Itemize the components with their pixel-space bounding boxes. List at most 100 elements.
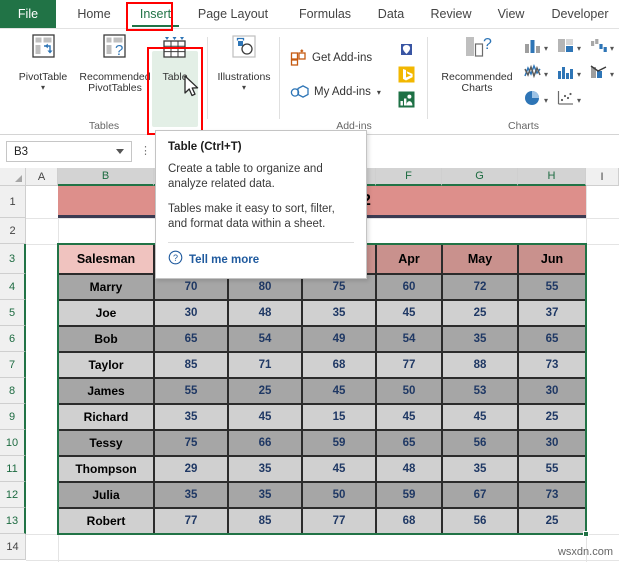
combo-chart-chevron-down-icon[interactable]: ▾: [610, 70, 614, 79]
table-cell-value[interactable]: 88: [442, 352, 518, 378]
column-header-b[interactable]: B: [58, 168, 154, 186]
table-cell-value[interactable]: 56: [442, 508, 518, 534]
row-header-4[interactable]: 4: [0, 274, 26, 300]
tab-data[interactable]: Data: [364, 0, 418, 28]
scatter-chart-button[interactable]: ▾: [556, 89, 581, 112]
table-cell-value[interactable]: 35: [302, 300, 376, 326]
row-header-12[interactable]: 12: [0, 482, 26, 508]
table-row-name[interactable]: Taylor: [58, 352, 154, 378]
tab-page-layout[interactable]: Page Layout: [182, 0, 284, 28]
tab-insert[interactable]: Insert: [126, 0, 185, 28]
tab-review[interactable]: Review: [418, 0, 484, 28]
column-header-i[interactable]: I: [586, 168, 619, 186]
pivot-table-button[interactable]: PivotTable ▾: [8, 33, 78, 92]
name-box[interactable]: B3: [6, 141, 132, 162]
table-cell-value[interactable]: 60: [376, 274, 442, 300]
bing-addin-icon[interactable]: [398, 66, 415, 88]
row-header-7[interactable]: 7: [0, 352, 26, 378]
table-cell-value[interactable]: 65: [154, 326, 228, 352]
line-chart-button[interactable]: ▾: [523, 63, 548, 86]
table-cell-value[interactable]: 35: [228, 482, 302, 508]
table-cell-value[interactable]: 45: [376, 300, 442, 326]
table-cell-value[interactable]: 49: [302, 326, 376, 352]
table-row-name[interactable]: Julia: [58, 482, 154, 508]
table-cell-value[interactable]: 54: [228, 326, 302, 352]
table-cell-value[interactable]: 73: [518, 482, 586, 508]
table-cell-value[interactable]: 85: [154, 352, 228, 378]
table-cell-value[interactable]: 68: [302, 352, 376, 378]
table-row-name[interactable]: Marry: [58, 274, 154, 300]
table-cell-value[interactable]: 55: [154, 378, 228, 404]
column-header-g[interactable]: G: [442, 168, 518, 186]
table-cell-value[interactable]: 30: [518, 378, 586, 404]
pie-chart-button[interactable]: ▾: [523, 89, 548, 112]
my-addins-button[interactable]: My Add-ins ▾: [290, 84, 381, 100]
table-cell-value[interactable]: 35: [228, 456, 302, 482]
table-row-name[interactable]: Thompson: [58, 456, 154, 482]
table-cell-value[interactable]: 25: [228, 378, 302, 404]
table-cell-value[interactable]: 48: [376, 456, 442, 482]
row-header-11[interactable]: 11: [0, 456, 26, 482]
visio-addin-icon[interactable]: [398, 41, 415, 63]
table-cell-value[interactable]: 59: [302, 430, 376, 456]
row-header-13[interactable]: 13: [0, 508, 26, 534]
column-header-a[interactable]: A: [26, 168, 58, 186]
table-cell-value[interactable]: 77: [154, 508, 228, 534]
table-cell-value[interactable]: 25: [442, 300, 518, 326]
line-chart-chevron-down-icon[interactable]: ▾: [544, 70, 548, 79]
table-cell-value[interactable]: 45: [376, 404, 442, 430]
tab-home[interactable]: Home: [62, 0, 126, 28]
my-addins-chevron-down-icon[interactable]: ▾: [377, 88, 381, 97]
table-header-may[interactable]: May: [442, 244, 518, 274]
table-cell-value[interactable]: 56: [442, 430, 518, 456]
tab-formulas[interactable]: Formulas: [286, 0, 364, 28]
table-cell-value[interactable]: 55: [518, 456, 586, 482]
get-addins-button[interactable]: Get Add-ins: [290, 49, 372, 66]
table-row-name[interactable]: James: [58, 378, 154, 404]
table-cell-value[interactable]: 53: [442, 378, 518, 404]
table-row-name[interactable]: Robert: [58, 508, 154, 534]
table-cell-value[interactable]: 54: [376, 326, 442, 352]
table-cell-value[interactable]: 77: [302, 508, 376, 534]
pie-chart-chevron-down-icon[interactable]: ▾: [544, 96, 548, 105]
table-cell-value[interactable]: 59: [376, 482, 442, 508]
combo-chart-button[interactable]: ▾: [589, 63, 614, 86]
table-cell-value[interactable]: 71: [228, 352, 302, 378]
table-cell-value[interactable]: 68: [376, 508, 442, 534]
hierarchy-chart-button[interactable]: ▾: [556, 37, 581, 60]
column-header-f[interactable]: F: [376, 168, 442, 186]
table-header-salesman[interactable]: Salesman: [58, 244, 154, 274]
table-cell-value[interactable]: 35: [154, 404, 228, 430]
scatter-chart-chevron-down-icon[interactable]: ▾: [577, 96, 581, 105]
illustrations-chevron-down-icon[interactable]: ▾: [242, 84, 246, 92]
table-cell-value[interactable]: 15: [302, 404, 376, 430]
table-cell-value[interactable]: 50: [376, 378, 442, 404]
table-cell-value[interactable]: 66: [228, 430, 302, 456]
table-cell-value[interactable]: 45: [302, 378, 376, 404]
table-cell-value[interactable]: 50: [302, 482, 376, 508]
table-cell-value[interactable]: 85: [228, 508, 302, 534]
recommended-pivot-tables-button[interactable]: ? Recommended PivotTables: [76, 33, 154, 95]
table-cell-value[interactable]: 65: [518, 326, 586, 352]
selection-fill-handle[interactable]: [583, 531, 589, 537]
table-cell-value[interactable]: 25: [518, 404, 586, 430]
table-cell-value[interactable]: 37: [518, 300, 586, 326]
hierarchy-chart-chevron-down-icon[interactable]: ▾: [577, 44, 581, 53]
table-cell-value[interactable]: 73: [518, 352, 586, 378]
table-cell-value[interactable]: 30: [154, 300, 228, 326]
bar-chart-button[interactable]: ▾: [556, 63, 581, 86]
row-header-14[interactable]: 14: [0, 534, 26, 560]
row-header-10[interactable]: 10: [0, 430, 26, 456]
tell-me-more-link[interactable]: ? Tell me more: [168, 250, 354, 270]
name-box-chevron-down-icon[interactable]: [116, 149, 124, 154]
table-cell-value[interactable]: 48: [228, 300, 302, 326]
row-header-6[interactable]: 6: [0, 326, 26, 352]
table-cell-value[interactable]: 45: [302, 456, 376, 482]
table-cell-value[interactable]: 55: [518, 274, 586, 300]
table-header-apr[interactable]: Apr: [376, 244, 442, 274]
waterfall-chart-chevron-down-icon[interactable]: ▾: [610, 44, 614, 53]
table-cell-value[interactable]: 75: [154, 430, 228, 456]
table-row-name[interactable]: Tessy: [58, 430, 154, 456]
column-chart-chevron-down-icon[interactable]: ▾: [544, 44, 548, 53]
row-header-3[interactable]: 3: [0, 244, 26, 274]
